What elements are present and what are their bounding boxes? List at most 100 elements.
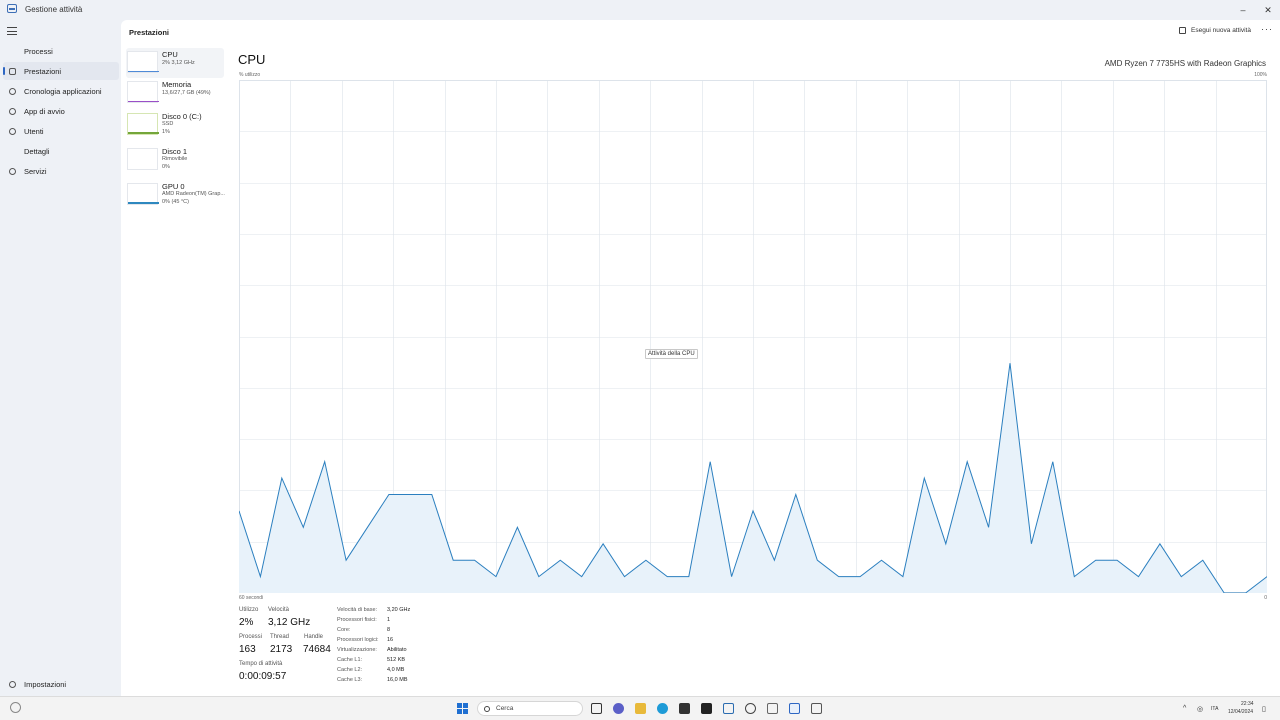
chart-y-max-label: 100% bbox=[1254, 72, 1267, 78]
users-icon bbox=[9, 127, 16, 135]
nav-item-utenti[interactable]: Utenti bbox=[0, 122, 118, 140]
hamburger-menu-icon[interactable] bbox=[7, 27, 17, 35]
cpu-usage-chart[interactable] bbox=[239, 80, 1267, 593]
app-icon[interactable] bbox=[701, 703, 712, 714]
stat-processi-value: 163 bbox=[239, 644, 256, 655]
more-options-button[interactable]: ··· bbox=[1261, 24, 1273, 34]
title-bar: Gestione attività – ✕ bbox=[0, 0, 1280, 20]
task-view-icon[interactable] bbox=[591, 703, 602, 714]
chart-y-min-label: 0 bbox=[1264, 595, 1267, 601]
app-icon[interactable] bbox=[767, 703, 778, 714]
task-manager-icon bbox=[7, 4, 17, 13]
spec-label: Processori logici: bbox=[337, 637, 379, 643]
services-icon bbox=[9, 167, 16, 175]
nav-item-servizi[interactable]: Servizi bbox=[0, 162, 118, 180]
spec-value: Abilitato bbox=[387, 647, 407, 653]
device-name: Disco 1 bbox=[162, 147, 188, 156]
nav-item-prestazioni[interactable]: Prestazioni bbox=[3, 62, 119, 80]
device-detail: AMD Radeon(TM) Grap... bbox=[162, 191, 225, 197]
spec-value: 1 bbox=[387, 617, 391, 623]
content-panel: Prestazioni Esegui nuova attività ··· CP… bbox=[121, 20, 1280, 696]
spec-label: Core: bbox=[337, 627, 351, 633]
device-gpu-0[interactable]: GPU 0 AMD Radeon(TM) Grap... 0% (45 °C) bbox=[126, 180, 225, 210]
edge-icon[interactable] bbox=[657, 703, 668, 714]
nav-item-dettagli[interactable]: Dettagli bbox=[0, 142, 118, 160]
chat-icon[interactable] bbox=[613, 703, 624, 714]
stat-utilizzo-label: Utilizzo bbox=[239, 607, 259, 613]
chevron-up-icon[interactable]: ^ bbox=[1183, 705, 1186, 712]
device-cpu[interactable]: CPU 2% 3,12 GHz bbox=[126, 48, 224, 78]
device-disco-1[interactable]: Disco 1 Rimovibile 0% bbox=[126, 145, 224, 175]
device-detail: 2% 3,12 GHz bbox=[162, 60, 195, 66]
window-title: Gestione attività bbox=[25, 5, 83, 14]
search-placeholder: Cerca bbox=[496, 705, 514, 712]
settings-gear-icon bbox=[9, 680, 16, 688]
nav-item-avvio[interactable]: App di avvio bbox=[0, 102, 118, 120]
settings-icon[interactable] bbox=[745, 703, 756, 714]
memory-thumbnail-graph bbox=[127, 81, 159, 103]
spec-value: 16,0 MB bbox=[387, 677, 408, 683]
disk0-thumbnail-graph bbox=[127, 113, 159, 135]
clock-time[interactable]: 22:34 bbox=[1241, 701, 1254, 707]
widgets-icon[interactable] bbox=[10, 702, 21, 713]
gpu-thumbnail-graph bbox=[127, 183, 159, 205]
run-task-icon bbox=[1179, 27, 1186, 34]
spec-value: 16 bbox=[387, 637, 394, 643]
nav-label: Dettagli bbox=[24, 146, 50, 156]
nav-item-impostazioni[interactable]: Impostazioni bbox=[0, 675, 118, 693]
stat-handle-value: 74684 bbox=[303, 644, 331, 655]
cpu-model-name: AMD Ryzen 7 7735HS with Radeon Graphics bbox=[1104, 59, 1266, 68]
network-icon[interactable]: ◎ bbox=[1197, 705, 1203, 713]
close-button[interactable]: ✕ bbox=[1256, 2, 1280, 18]
chart-tooltip: Attività della CPU bbox=[645, 349, 698, 359]
spec-label: Velocità di base: bbox=[337, 607, 378, 613]
stat-uptime-label: Tempo di attività bbox=[239, 661, 283, 667]
stat-processi-label: Processi bbox=[239, 634, 263, 640]
app-icon[interactable] bbox=[811, 703, 822, 714]
nav-label: Impostazioni bbox=[24, 679, 67, 689]
nav-item-processi[interactable]: Processi bbox=[0, 42, 118, 60]
cpu-thumbnail-graph bbox=[127, 51, 159, 73]
nav-label: Cronologia applicazioni bbox=[24, 86, 102, 96]
device-detail: 13,6/27,7 GB (49%) bbox=[162, 90, 211, 96]
device-disco-0[interactable]: Disco 0 (C:) SSD 1% bbox=[126, 110, 224, 140]
spec-label: Cache L3: bbox=[337, 677, 363, 683]
cpu-panel-title: CPU bbox=[238, 52, 266, 67]
run-new-task-button[interactable]: Esegui nuova attività bbox=[1179, 27, 1251, 34]
language-indicator[interactable]: ITA bbox=[1211, 706, 1218, 712]
clock-date[interactable]: 12/04/2024 bbox=[1228, 709, 1253, 715]
notification-icon[interactable]: ▯ bbox=[1262, 705, 1266, 713]
device-name: Memoria bbox=[162, 80, 192, 89]
spec-label: Cache L1: bbox=[337, 657, 363, 663]
left-nav: Processi Prestazioni Cronologia applicaz… bbox=[0, 20, 120, 696]
nav-label: Prestazioni bbox=[24, 66, 62, 76]
run-task-label: Esegui nuova attività bbox=[1191, 27, 1251, 34]
stat-uptime-value: 0:00:09:57 bbox=[239, 671, 287, 682]
performance-icon bbox=[9, 67, 16, 75]
device-usage: 1% bbox=[162, 129, 170, 135]
task-manager-taskbar-icon[interactable] bbox=[789, 703, 800, 714]
nav-label: App di avvio bbox=[24, 106, 65, 116]
app-icon[interactable] bbox=[723, 703, 734, 714]
store-icon[interactable] bbox=[679, 703, 690, 714]
device-detail: Rimovibile bbox=[162, 156, 188, 162]
stat-thread-value: 2173 bbox=[270, 644, 293, 655]
device-name: CPU bbox=[162, 50, 178, 59]
file-explorer-icon[interactable] bbox=[635, 703, 646, 714]
stat-handle-label: Handle bbox=[304, 634, 324, 640]
nav-item-cronologia[interactable]: Cronologia applicazioni bbox=[0, 82, 118, 100]
minimize-button[interactable]: – bbox=[1231, 2, 1255, 18]
nav-label: Utenti bbox=[24, 126, 44, 136]
spec-value: 4,0 MB bbox=[387, 667, 405, 673]
device-usage: 0% (45 °C) bbox=[162, 199, 189, 205]
device-memoria[interactable]: Memoria 13,6/27,7 GB (49%) bbox=[126, 78, 224, 108]
chart-y-label: % utilizzo bbox=[239, 72, 261, 78]
disk1-thumbnail-graph bbox=[127, 148, 158, 170]
device-usage: 0% bbox=[162, 164, 170, 170]
taskbar: Cerca ^ ◎ ITA 22:34 12/04/2024 ▯ bbox=[0, 696, 1280, 720]
taskbar-search[interactable]: Cerca bbox=[477, 701, 583, 716]
start-button[interactable] bbox=[457, 703, 468, 714]
processes-icon bbox=[9, 48, 16, 55]
stat-thread-label: Thread bbox=[270, 634, 290, 640]
stat-velocita-value: 3,12 GHz bbox=[268, 617, 311, 628]
